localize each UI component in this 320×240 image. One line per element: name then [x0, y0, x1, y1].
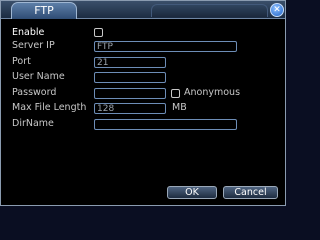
ftp-dialog: FTP ✕ Enable Server IP FTP Port 21 User … — [0, 0, 286, 206]
port-label: Port — [12, 56, 31, 67]
server-ip-field[interactable]: FTP — [94, 41, 237, 52]
max-file-length-field[interactable]: 128 — [94, 103, 166, 114]
user-name-field[interactable] — [94, 72, 166, 83]
anonymous-checkbox[interactable] — [171, 89, 180, 98]
enable-checkbox[interactable] — [94, 28, 103, 37]
dir-name-label: DirName — [12, 118, 54, 129]
password-field[interactable] — [94, 88, 166, 99]
ok-button[interactable]: OK — [167, 186, 217, 199]
user-name-label: User Name — [12, 71, 65, 82]
max-file-length-label: Max File Length — [12, 102, 87, 113]
cancel-button[interactable]: Cancel — [223, 186, 278, 199]
anonymous-label: Anonymous — [184, 87, 241, 98]
close-icon[interactable]: ✕ — [270, 3, 284, 17]
dir-name-field[interactable] — [94, 119, 237, 130]
password-label: Password — [12, 87, 57, 98]
max-file-length-unit: MB — [172, 102, 187, 113]
server-ip-label: Server IP — [12, 40, 55, 51]
title-bar-decoration — [151, 4, 268, 17]
title-bar: FTP ✕ — [1, 1, 285, 19]
window-title: FTP — [11, 2, 77, 19]
enable-label: Enable — [12, 27, 45, 38]
port-field[interactable]: 21 — [94, 57, 166, 68]
